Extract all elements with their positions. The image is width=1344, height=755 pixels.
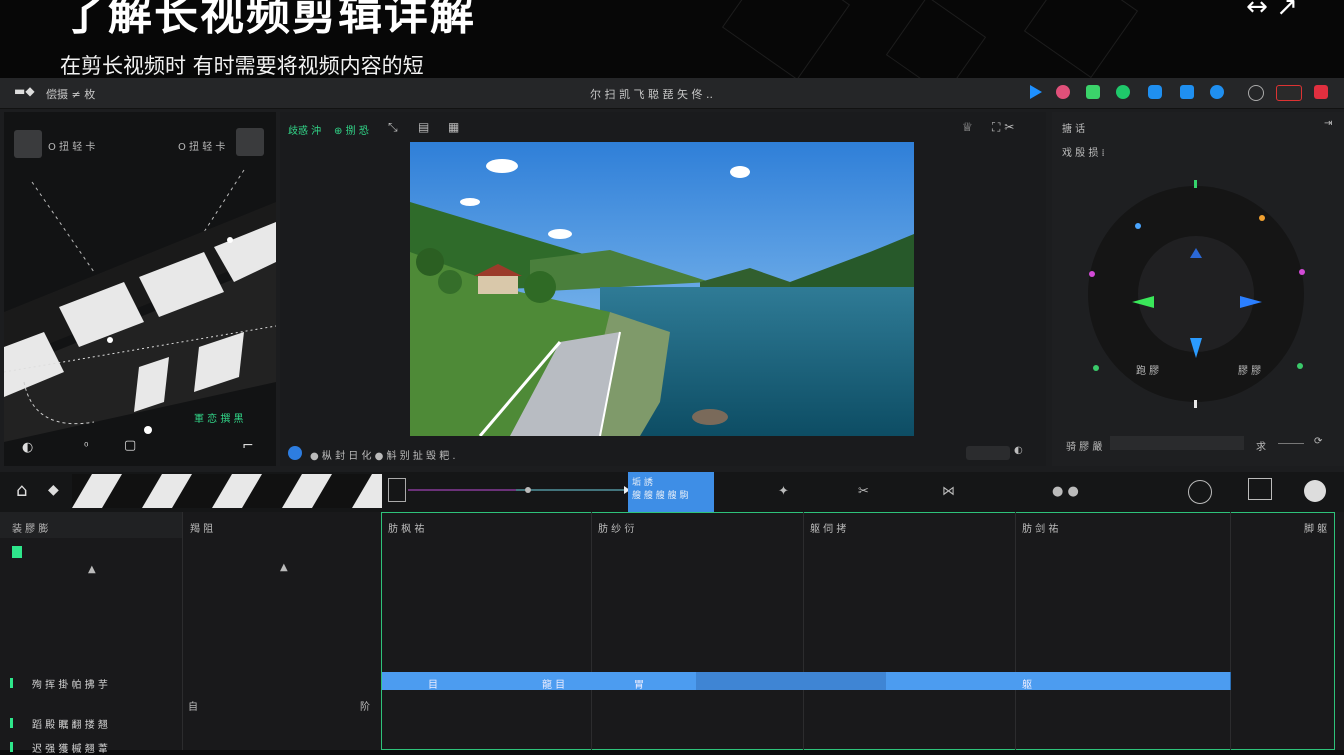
banner-subtitle: 在剪长视频时 有时需要将视频内容的短: [60, 54, 424, 78]
split-icon[interactable]: ✦: [778, 484, 789, 499]
media-icon[interactable]: [388, 478, 406, 502]
square-icon[interactable]: [1086, 85, 1100, 99]
cut-icon[interactable]: ✂: [858, 484, 869, 499]
tab-effects[interactable]: ⊕ 捌 恐: [334, 122, 369, 137]
track-header-mid: 羯 阻: [190, 524, 214, 535]
volume-icon[interactable]: ◐: [1014, 445, 1023, 456]
zoom-icon[interactable]: [1304, 480, 1326, 502]
panel-title: 搪 话: [1062, 124, 1086, 135]
playback-controls[interactable]: ● 枞 封 日 化 ● 斛 别 扯 毁 粑 .: [310, 447, 456, 462]
bottom-right-label: 求: [1256, 442, 1266, 453]
play-icon[interactable]: [1030, 85, 1042, 99]
color-wheel[interactable]: [1086, 178, 1306, 410]
video-clip[interactable]: [486, 672, 593, 690]
title-left-text[interactable]: 偿摄 ≠ 枚: [46, 86, 95, 102]
arrows-icon: ↔ ↗: [1246, 0, 1298, 22]
audio-icon[interactable]: ◐: [22, 440, 33, 455]
video-clip[interactable]: [696, 672, 887, 690]
crop-icon[interactable]: ⤡: [388, 120, 398, 135]
color-icon[interactable]: [1056, 85, 1070, 99]
bottom-label: 骑 膠 嚴: [1066, 442, 1103, 453]
sub-label: 阶: [360, 702, 370, 713]
monitor-icon[interactable]: [1248, 478, 1272, 500]
green-label: 軍 恋 撰 黑: [194, 414, 244, 425]
timeline-frame: [381, 512, 1335, 750]
clip-label: 目: [428, 680, 438, 691]
color-panel: 搪 话 ⇥ 戏 殷 损 ⁞ 跑 膠 膠 膠 骑 膠 嚴 求 ⟳: [1052, 112, 1344, 466]
clapper-strip: [72, 474, 382, 508]
sub-label: 自: [188, 702, 198, 713]
divider: [803, 512, 804, 750]
marker-icon[interactable]: ● ●: [1052, 484, 1079, 499]
preview-panel: 歧惑 沖 ⊕ 捌 恐 ⤡ ▤ ▦ ♕ ⛶ ✂ ● 枞 封 日 化 ● 斛 别 扯…: [280, 112, 1046, 466]
menu-icon[interactable]: ▬◆: [14, 84, 35, 98]
playhead-marker[interactable]: ▲: [280, 562, 288, 573]
volume-slider[interactable]: [966, 446, 1010, 460]
video-clip[interactable]: [886, 672, 1017, 690]
lock-icon[interactable]: [12, 546, 22, 558]
track-label: 殉 挥 掛 帕 拂 芋: [32, 680, 108, 691]
banner-decoration: [721, 0, 851, 78]
divider: [1015, 512, 1016, 750]
divider: [591, 512, 592, 750]
record-icon[interactable]: [1276, 85, 1302, 101]
video-clip[interactable]: [592, 672, 697, 690]
divider: [182, 512, 183, 750]
timeline: 装 膠 膨 羯 阻 肪 枫 祐 肪 纱 衍 躯 伺 拷 肪 剑 祐 脚 躯 ▲ …: [0, 512, 1344, 755]
wheel-left-label: 跑 膠: [1136, 366, 1160, 377]
value-field[interactable]: [1110, 436, 1244, 450]
track-indicator: [10, 678, 13, 688]
title-bar: ▬◆ 偿摄 ≠ 枚 尔 扫 凯 飞 聪 琵 矢 佟 ..: [0, 78, 1344, 109]
editor-window: ▬◆ 偿摄 ≠ 枚 尔 扫 凯 飞 聪 琵 矢 佟 .. O 扭 轻 卡 O 扭…: [0, 78, 1344, 755]
track-indicator: [10, 718, 13, 728]
wheel-right-label: 膠 膠: [1238, 366, 1262, 377]
trim-icon[interactable]: ⋈: [942, 484, 955, 499]
keyframe-line[interactable]: [406, 480, 630, 500]
dot-icon[interactable]: ⁰: [84, 440, 88, 453]
track-indicator: [10, 742, 13, 752]
timeline-toolbar: ⌂ ◆ 垢 誘 艘 艘 艘 艘 駒 ✦ ✂ ⋈ ● ●: [0, 472, 1344, 512]
clip-label: 龍 目: [542, 680, 566, 691]
trophy-icon[interactable]: ♕: [962, 120, 973, 134]
video-clip[interactable]: [1016, 672, 1127, 690]
reset-icon[interactable]: ⟳: [1314, 436, 1322, 447]
clip-label: 躯: [1022, 680, 1032, 691]
panel-subtitle: 戏 殷 损 ⁞: [1062, 148, 1105, 159]
preview-image: [410, 142, 914, 436]
grid-icon[interactable]: ▤: [418, 120, 429, 134]
tab-preview[interactable]: 歧惑 沖: [288, 122, 321, 137]
video-clip[interactable]: [1126, 672, 1231, 690]
banner-title: 了解长视频剪辑详解: [62, 0, 476, 40]
home-icon[interactable]: ⌂: [16, 480, 27, 501]
track-label: 蹈 殿 瞩 翻 搂 翘: [32, 720, 108, 731]
media-panel: O 扭 轻 卡 O 扭 轻 卡 軍 恋 撰 黑 ◐ ⁰ ▢ ⌐: [4, 112, 276, 466]
selected-clip-box[interactable]: 垢 誘 艘 艘 艘 艘 駒: [628, 472, 714, 512]
playhead-marker[interactable]: ▲: [88, 564, 96, 575]
diamond-icon[interactable]: ◆: [48, 482, 59, 498]
cloud-icon[interactable]: [1210, 85, 1224, 99]
document-icon[interactable]: ▢: [124, 438, 136, 453]
layers-icon[interactable]: ▦: [448, 120, 459, 134]
track-label: 迟 强 獲 槭 翘 葦: [32, 744, 108, 755]
shield-icon[interactable]: [1148, 85, 1162, 99]
slider-line[interactable]: [1278, 443, 1304, 444]
gear-icon[interactable]: [1116, 85, 1130, 99]
snap-icon[interactable]: [1188, 480, 1212, 504]
divider: [1230, 512, 1231, 750]
close-icon[interactable]: [1314, 85, 1328, 99]
export-icon[interactable]: ⌐: [242, 438, 254, 454]
banner-decoration: [885, 0, 987, 78]
banner-decoration: [1023, 0, 1139, 78]
clip-label: 胃: [634, 680, 644, 691]
window-title: 尔 扫 凯 飞 聪 琵 矢 佟 ..: [590, 88, 713, 101]
expand-icon[interactable]: ⇥: [1324, 118, 1332, 129]
settings-icon[interactable]: [1248, 85, 1264, 101]
play-button[interactable]: [288, 446, 302, 460]
banner: 了解长视频剪辑详解 在剪长视频时 有时需要将视频内容的短 ↔ ↗: [0, 0, 1344, 78]
track-header-label: 装 膠 膨: [12, 524, 49, 535]
fullscreen-icon[interactable]: ⛶ ✂: [992, 120, 1014, 135]
refresh-icon[interactable]: [1180, 85, 1194, 99]
